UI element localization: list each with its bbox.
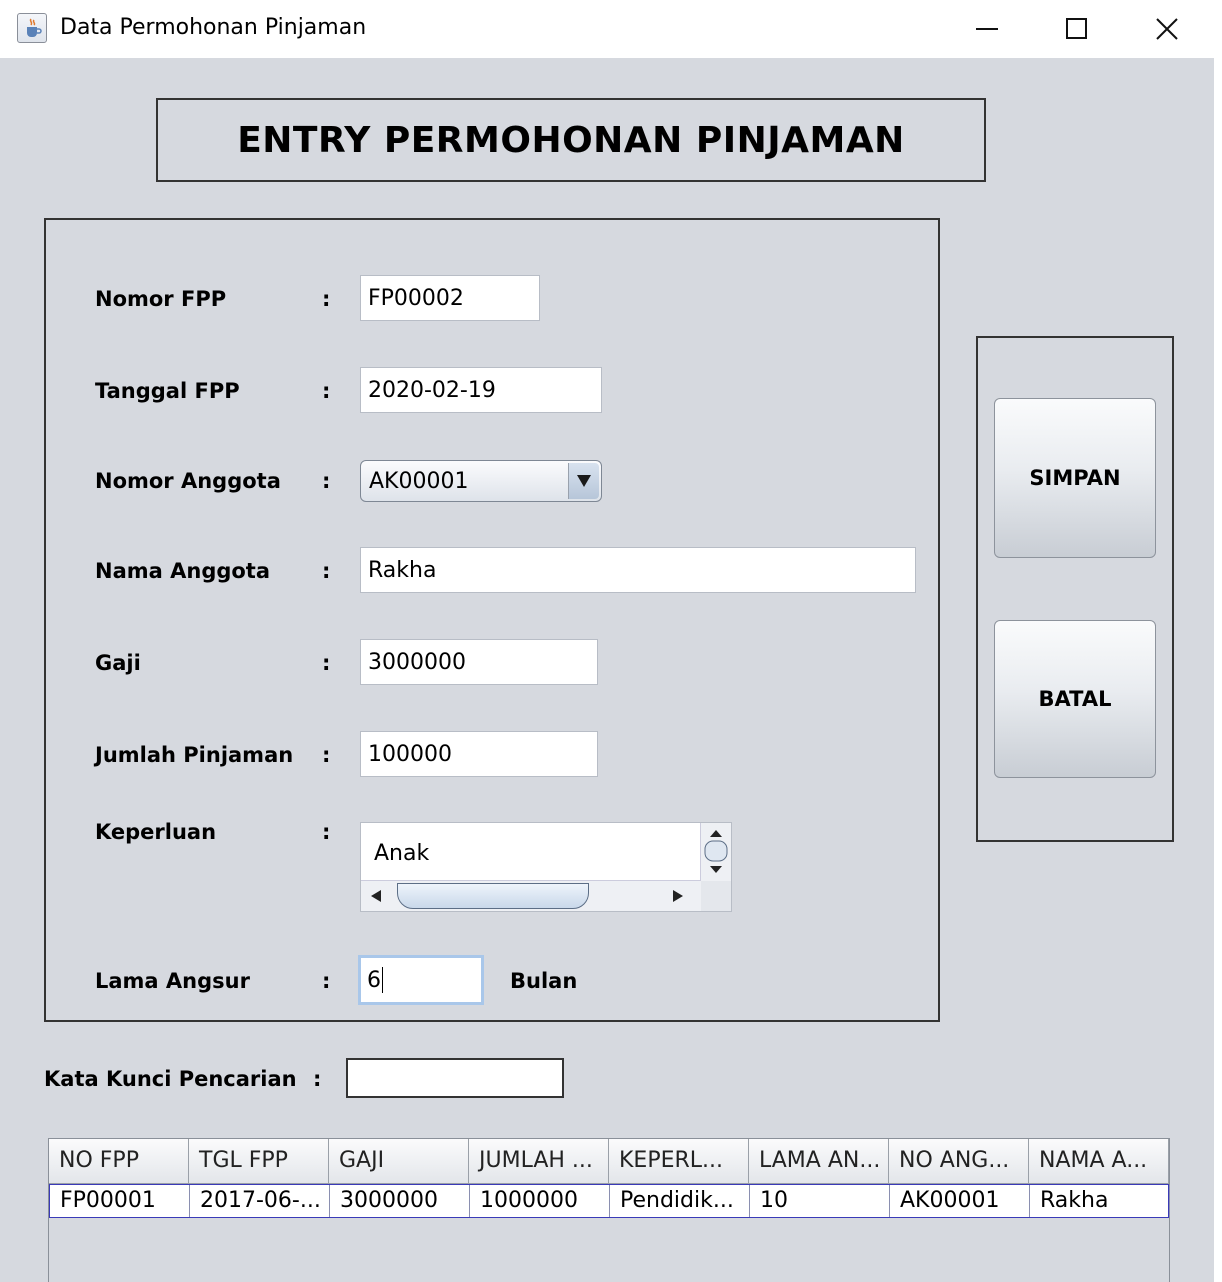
column-header[interactable]: NO FPP <box>49 1139 189 1183</box>
colon-separator: : <box>313 1067 322 1091</box>
page-title: ENTRY PERMOHONAN PINJAMAN <box>237 119 905 161</box>
lama-angsur-unit: Bulan <box>510 969 578 993</box>
table-header: NO FPP TGL FPP GAJI JUMLAH ... KEPERL...… <box>49 1139 1169 1184</box>
minimize-icon <box>976 28 998 30</box>
nama-anggota-field[interactable]: Rakha <box>360 547 916 593</box>
keperluan-label: Keperluan <box>95 820 217 844</box>
colon-separator: : <box>322 651 331 675</box>
vertical-scrollbar[interactable] <box>700 823 731 881</box>
search-input[interactable] <box>346 1058 564 1098</box>
table-cell[interactable]: 2017-06-... <box>190 1185 330 1217</box>
scroll-corner <box>701 881 731 911</box>
colon-separator: : <box>322 559 331 583</box>
search-label: Kata Kunci Pencarian <box>44 1067 297 1091</box>
colon-separator: : <box>322 743 331 767</box>
colon-separator: : <box>322 287 331 311</box>
colon-separator: : <box>322 820 331 844</box>
table-cell[interactable]: AK00001 <box>890 1185 1030 1217</box>
column-header[interactable]: NO ANG... <box>889 1139 1029 1183</box>
nomor-anggota-label: Nomor Anggota <box>95 469 281 493</box>
table-cell[interactable]: FP00001 <box>50 1185 190 1217</box>
colon-separator: : <box>322 969 331 993</box>
tanggal-fpp-field[interactable]: 2020-02-19 <box>360 367 602 413</box>
nomor-anggota-selected-value: AK00001 <box>369 469 469 494</box>
nomor-fpp-label: Nomor FPP <box>95 287 227 311</box>
lama-angsur-value: 6 <box>367 967 381 993</box>
gaji-label: Gaji <box>95 651 141 675</box>
jumlah-pinjaman-label: Jumlah Pinjaman <box>95 743 294 767</box>
java-cup-icon <box>17 13 47 43</box>
column-header[interactable]: TGL FPP <box>189 1139 329 1183</box>
table-cell[interactable]: 3000000 <box>330 1185 470 1217</box>
scroll-right-icon <box>673 890 683 902</box>
nama-anggota-label: Nama Anggota <box>95 559 271 583</box>
gaji-field[interactable]: 3000000 <box>360 639 598 685</box>
maximize-button[interactable] <box>1032 0 1122 58</box>
column-header[interactable]: JUMLAH ... <box>469 1139 609 1183</box>
title-bar: Data Permohonan Pinjaman <box>0 0 1222 58</box>
maximize-icon <box>1066 18 1087 39</box>
nomor-anggota-select[interactable]: AK00001 <box>360 460 602 502</box>
keperluan-list[interactable]: Anak <box>360 822 732 912</box>
tanggal-fpp-label: Tanggal FPP <box>95 379 240 403</box>
horizontal-scrollbar[interactable] <box>361 880 701 911</box>
column-header[interactable]: GAJI <box>329 1139 469 1183</box>
colon-separator: : <box>322 469 331 493</box>
dropdown-arrow[interactable] <box>568 463 599 499</box>
table-cell[interactable]: Pendidik... <box>610 1185 750 1217</box>
lama-angsur-label: Lama Angsur <box>95 969 250 993</box>
colon-separator: : <box>322 379 331 403</box>
column-header[interactable]: KEPERL... <box>609 1139 749 1183</box>
scroll-arrows-icon <box>704 830 728 873</box>
scroll-thumb[interactable] <box>397 883 589 909</box>
header-panel: ENTRY PERMOHONAN PINJAMAN <box>156 98 986 182</box>
column-header[interactable]: NAMA A... <box>1029 1139 1169 1183</box>
chevron-down-icon <box>577 475 591 487</box>
batal-button[interactable]: BATAL <box>994 620 1156 778</box>
table-cell[interactable]: Rakha <box>1030 1185 1170 1217</box>
data-table[interactable]: NO FPP TGL FPP GAJI JUMLAH ... KEPERL...… <box>48 1138 1170 1282</box>
list-item[interactable]: Anak <box>374 841 429 866</box>
column-header[interactable]: LAMA AN... <box>749 1139 889 1183</box>
close-button[interactable] <box>1122 0 1212 58</box>
text-caret <box>382 967 383 993</box>
jumlah-pinjaman-field[interactable]: 100000 <box>360 731 598 777</box>
table-cell[interactable]: 1000000 <box>470 1185 610 1217</box>
table-cell[interactable]: 10 <box>750 1185 890 1217</box>
lama-angsur-field[interactable]: 6 <box>358 955 484 1005</box>
window-border <box>1214 58 1222 1282</box>
minimize-button[interactable] <box>942 0 1032 58</box>
simpan-button[interactable]: SIMPAN <box>994 398 1156 558</box>
scroll-left-icon <box>371 890 381 902</box>
close-icon <box>1156 18 1178 40</box>
nomor-fpp-field[interactable]: FP00002 <box>360 275 540 321</box>
window-title: Data Permohonan Pinjaman <box>60 15 367 40</box>
table-row[interactable]: FP00001 2017-06-... 3000000 1000000 Pend… <box>49 1184 1170 1218</box>
